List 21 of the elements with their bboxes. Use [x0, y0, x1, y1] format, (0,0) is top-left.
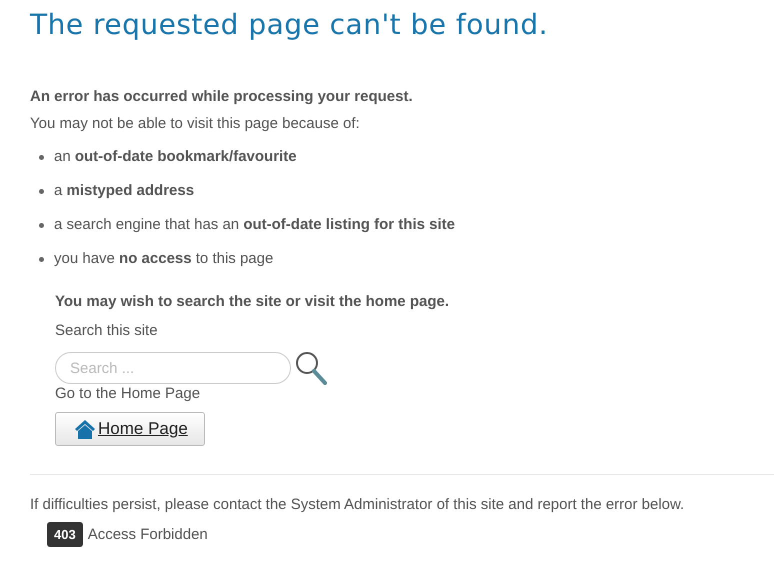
bullet-icon	[39, 256, 44, 262]
reason-text: a mistyped address	[54, 182, 194, 200]
bullet-icon	[39, 154, 44, 160]
bullet-icon	[39, 188, 44, 194]
error-code: 403	[47, 522, 83, 547]
reason-text: a search engine that has an out-of-date listing for this site	[54, 216, 455, 234]
house-icon	[74, 419, 96, 439]
page-title: The requested page can't be found.	[30, 8, 550, 43]
error-heading: An error has occurred while processing your request.	[30, 88, 414, 105]
suggestion-text: You may wish to search the site or visit the home page.	[55, 293, 449, 310]
search-icon[interactable]	[295, 351, 327, 385]
search-field[interactable]: Search ...	[55, 352, 291, 384]
home-button[interactable]: Home Page	[55, 412, 205, 446]
error-text: Access Forbidden	[88, 526, 208, 543]
reason-text: an out-of-date bookmark/favourite	[54, 148, 297, 166]
search-label: Search this site	[55, 322, 158, 339]
intro-text: You may not be able to visit this page because of:	[30, 115, 361, 132]
bullet-icon	[39, 222, 44, 228]
home-label: Go to the Home Page	[55, 385, 200, 402]
footer-message: If difficulties persist, please contact the System Administrator of this site and report the error below.	[30, 496, 686, 513]
reason-text: you have no access to this page	[54, 250, 274, 268]
